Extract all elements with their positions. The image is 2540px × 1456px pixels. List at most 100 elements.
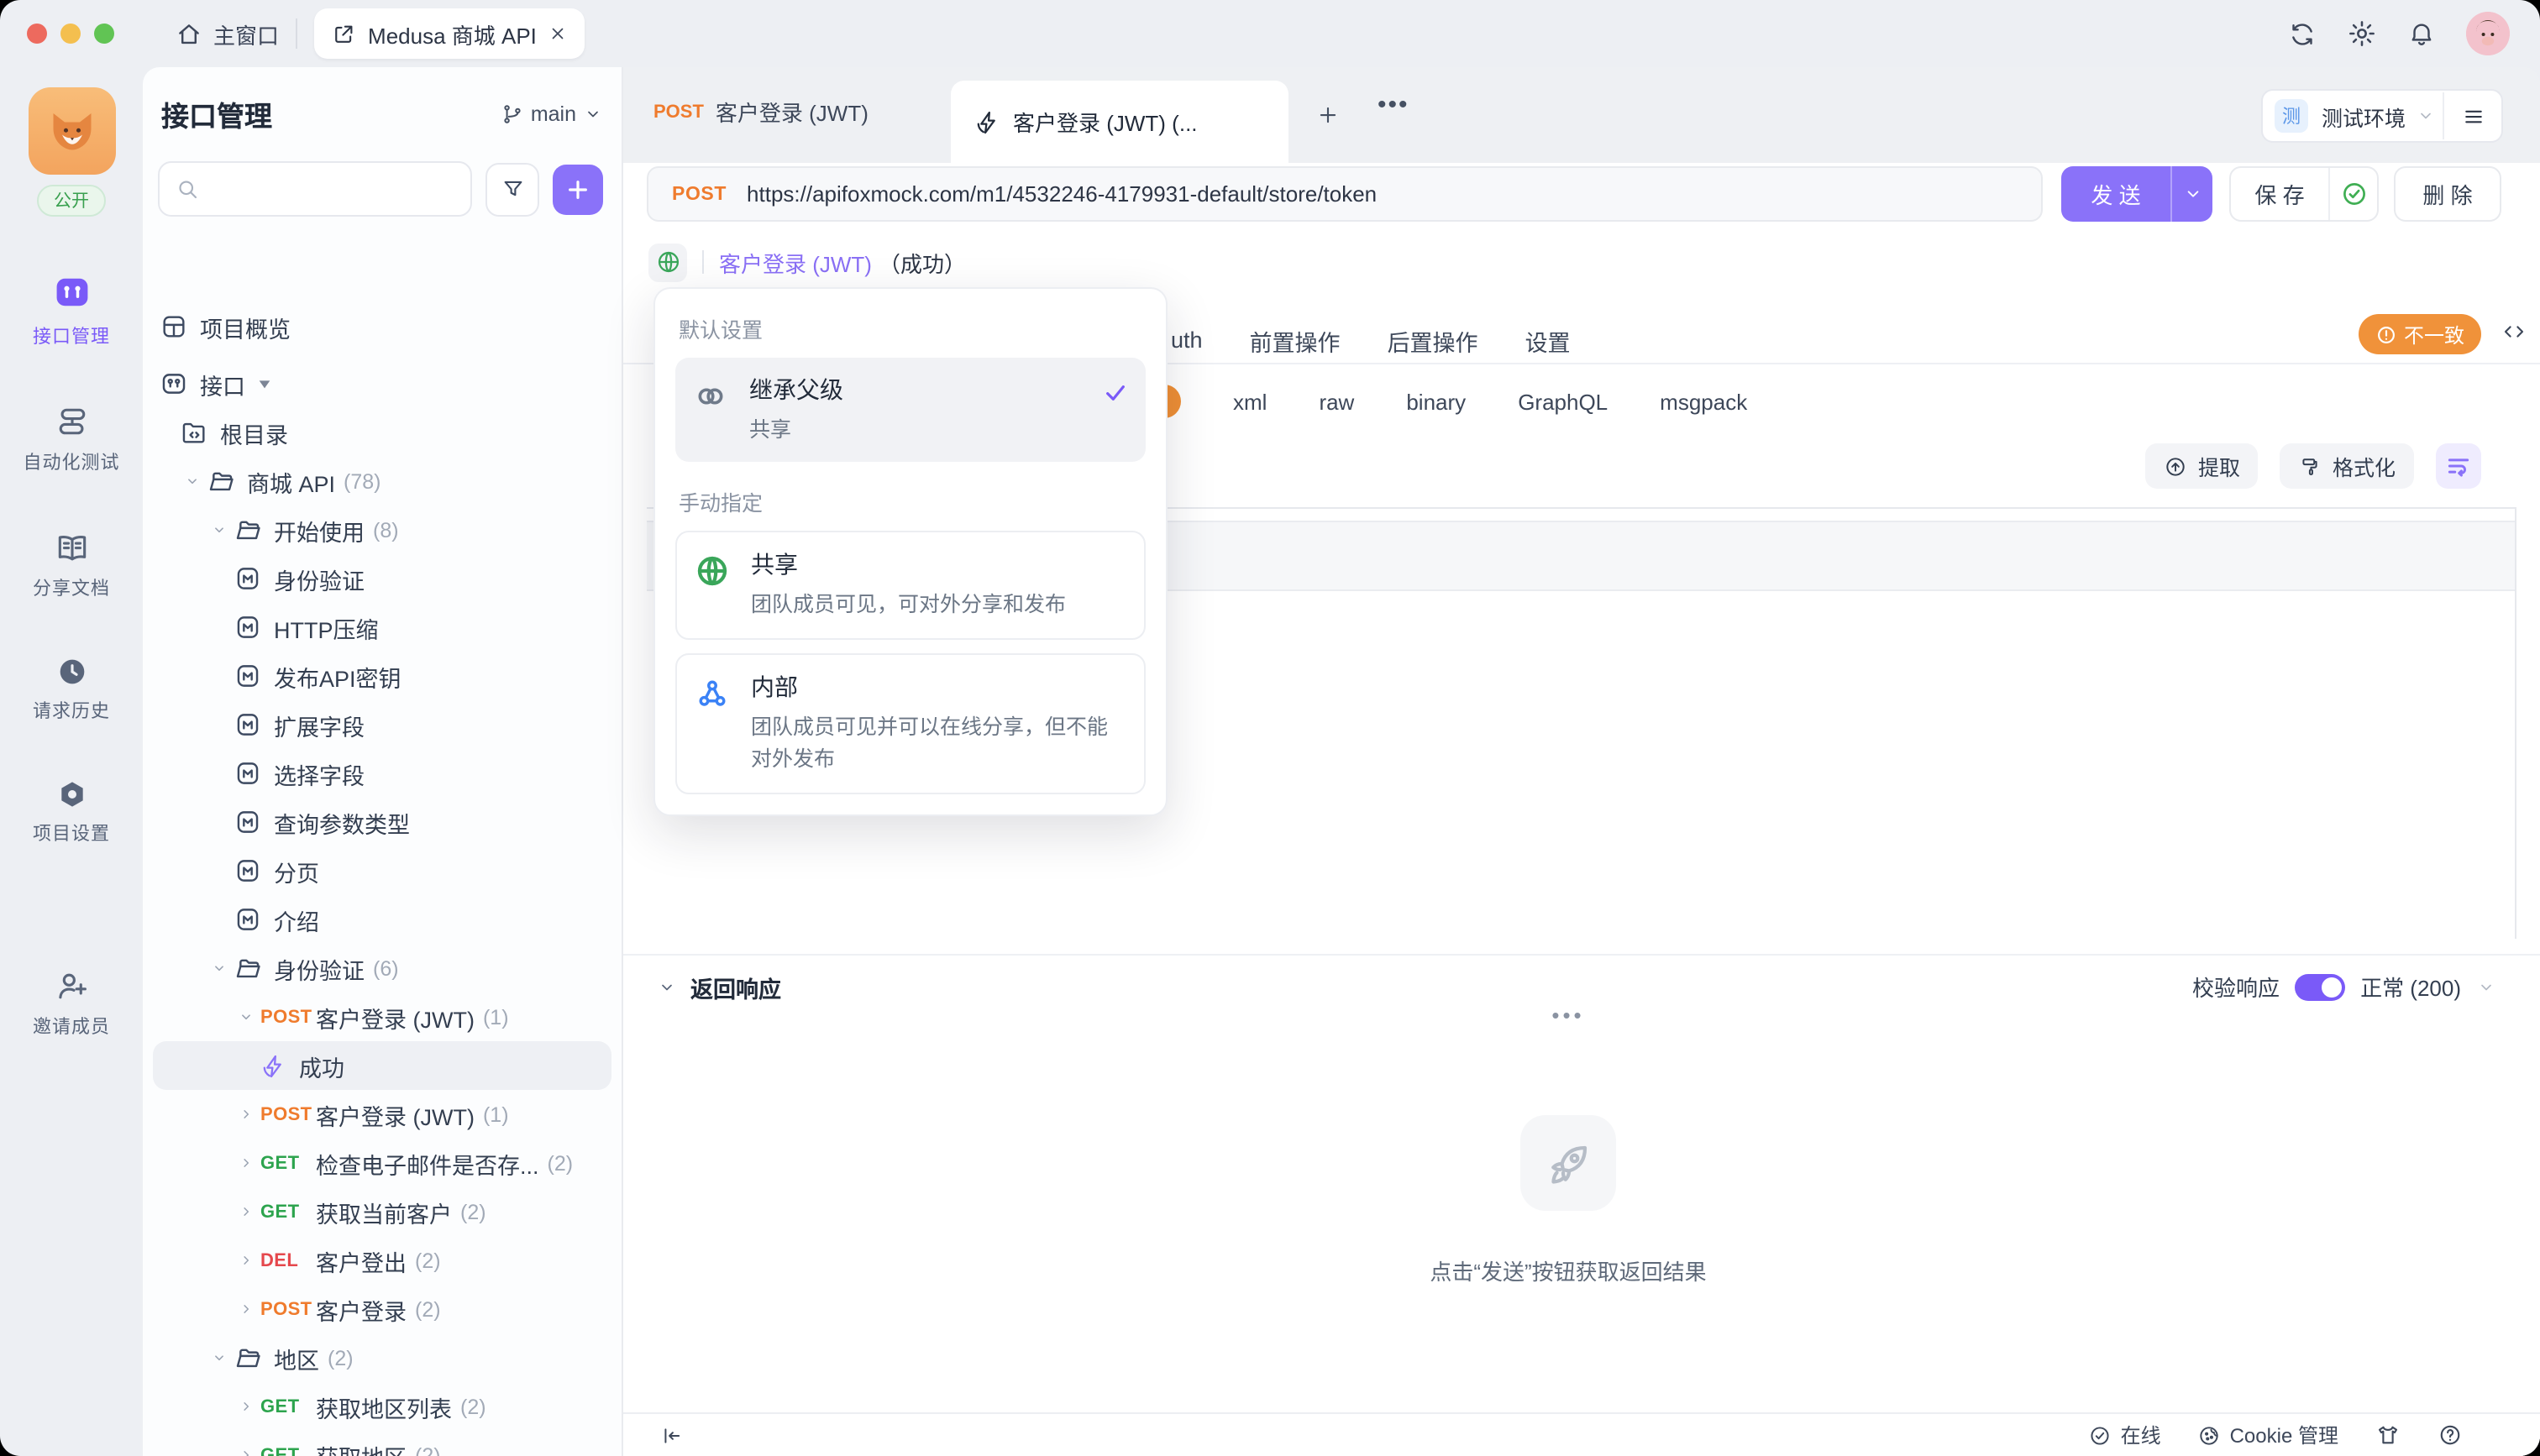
rail-item-history[interactable]: 请求历史 xyxy=(33,655,110,724)
tab-customer-login[interactable]: POST 客户登录 (JWT) xyxy=(653,96,869,128)
inconsistent-badge[interactable]: 不一致 xyxy=(2359,314,2481,354)
request-subtab-设置[interactable]: 设置 xyxy=(1525,323,1571,357)
rail-item-docs[interactable]: 分享文档 xyxy=(33,529,110,601)
chevron-right-icon[interactable] xyxy=(234,1397,257,1416)
help-icon[interactable] xyxy=(2438,1422,2463,1448)
tree-folder-地区[interactable]: 地区(2) xyxy=(143,1333,622,1382)
tree-item-接口[interactable]: 接口 xyxy=(143,359,622,408)
collapse-sidebar-icon[interactable] xyxy=(660,1423,684,1447)
rail-item-settings[interactable]: 项目设置 xyxy=(33,778,110,846)
request-subtab-后置操作[interactable]: 后置操作 xyxy=(1388,323,1478,357)
empty-response-hint: 点击“发送”按钮获取返回结果 xyxy=(1430,1254,1706,1286)
body-type-xml[interactable]: xml xyxy=(1233,389,1267,414)
tree-api-获取当前客户[interactable]: GET获取当前客户(2) xyxy=(143,1187,622,1236)
tree-item-介绍[interactable]: 介绍 xyxy=(143,895,622,944)
zoom-window-button[interactable] xyxy=(94,24,114,44)
chevron-right-icon[interactable] xyxy=(234,1202,257,1221)
response-status-selector[interactable]: 正常 (200) xyxy=(2360,971,2461,1003)
send-options-chevron-icon[interactable] xyxy=(2172,183,2212,205)
chevron-right-icon[interactable] xyxy=(234,1105,257,1123)
chevron-right-icon[interactable] xyxy=(234,1251,257,1270)
home-window-tab[interactable]: 主窗口 xyxy=(175,18,279,50)
api-manage-icon xyxy=(50,270,93,314)
tree-api-客户登录 (JWT)[interactable]: POST客户登录 (JWT)(1) xyxy=(143,992,622,1041)
cookie-manager-button[interactable]: Cookie 管理 xyxy=(2198,1421,2338,1449)
search-input[interactable] xyxy=(158,161,472,217)
tree-folder-开始使用[interactable]: 开始使用(8) xyxy=(143,505,622,554)
chevron-right-icon[interactable] xyxy=(234,1446,257,1456)
tree-item-HTTP压缩[interactable]: HTTP压缩 xyxy=(143,603,622,652)
collapse-response-chevron-icon[interactable] xyxy=(657,977,677,998)
chevron-right-icon[interactable] xyxy=(234,1300,257,1318)
tree-case-成功[interactable]: 成功 xyxy=(153,1041,611,1090)
validate-response-toggle[interactable] xyxy=(2295,973,2345,1000)
chevron-down-icon[interactable] xyxy=(207,521,230,539)
project-window-tab[interactable]: Medusa 商城 API xyxy=(314,8,585,59)
notifications-bell-icon[interactable] xyxy=(2407,19,2436,48)
chevron-right-icon[interactable] xyxy=(234,1154,257,1172)
tree-item-查询参数类型[interactable]: 查询参数类型 xyxy=(143,798,622,846)
tree-item-选择字段[interactable]: 选择字段 xyxy=(143,749,622,798)
rail-item-invite[interactable]: 邀请成员 xyxy=(33,967,110,1040)
tree-folder-商城 API[interactable]: 商城 API(78) xyxy=(143,457,622,505)
tree-api-客户登出[interactable]: DEL客户登出(2) xyxy=(143,1236,622,1285)
format-button[interactable]: 格式化 xyxy=(2280,443,2414,489)
user-avatar[interactable] xyxy=(2466,12,2510,55)
tree-api-检查电子邮件是否存...[interactable]: GET检查电子邮件是否存...(2) xyxy=(143,1139,622,1187)
method-label: POST xyxy=(260,1104,316,1124)
project-logo[interactable] xyxy=(28,87,115,175)
delete-button[interactable]: 删 除 xyxy=(2394,166,2501,222)
body-type-GraphQL[interactable]: GraphQL xyxy=(1518,389,1608,414)
tree-api-获取地区列表[interactable]: GET获取地区列表(2) xyxy=(143,1382,622,1431)
caret-down-icon[interactable] xyxy=(257,376,272,391)
extract-button[interactable]: 提取 xyxy=(2146,443,2259,489)
tree-item-根目录[interactable]: 根目录 xyxy=(143,408,622,457)
request-url-input[interactable]: POST https://apifoxmock.com/m1/4532246-4… xyxy=(647,166,2043,222)
tree-item-分页[interactable]: 分页 xyxy=(143,846,622,895)
tree-item-项目概览[interactable]: 项目概览 xyxy=(143,302,622,351)
chevron-down-icon[interactable] xyxy=(207,1349,230,1367)
settings-gear-icon[interactable] xyxy=(2347,18,2377,49)
code-view-icon[interactable] xyxy=(2501,319,2527,344)
tree-api-客户登录[interactable]: POST客户登录(2) xyxy=(143,1285,622,1333)
visibility-globe-icon[interactable] xyxy=(648,243,687,281)
tab-customer-login-case[interactable]: 客户登录 (JWT) (... xyxy=(951,81,1288,163)
environment-selector[interactable]: 测 测试环境 xyxy=(2261,89,2503,143)
tree-api-获取地区[interactable]: GET获取地区(2) xyxy=(143,1431,622,1456)
environment-menu-icon[interactable] xyxy=(2444,103,2501,128)
tree-item-身份验证[interactable]: 身份验证 xyxy=(143,554,622,603)
minimize-window-button[interactable] xyxy=(60,24,81,44)
tab-overflow-button[interactable]: ••• xyxy=(1378,91,1409,119)
option-inherit-parent[interactable]: 继承父级 共享 xyxy=(675,358,1146,463)
filter-button[interactable] xyxy=(485,162,539,216)
breadcrumb-api-name[interactable]: 客户登录 (JWT) xyxy=(719,246,872,278)
branch-selector[interactable]: main xyxy=(501,102,603,126)
rail-item-autotest[interactable]: 自动化测试 xyxy=(24,403,120,475)
save-button[interactable]: 保 存 xyxy=(2229,166,2379,222)
new-tab-button[interactable] xyxy=(1315,102,1341,128)
send-button[interactable]: 发 送 xyxy=(2061,166,2212,222)
tree-item-扩展字段[interactable]: 扩展字段 xyxy=(143,700,622,749)
request-subtab-前置操作[interactable]: 前置操作 xyxy=(1250,323,1341,357)
auto-wrap-button[interactable] xyxy=(2436,443,2481,489)
option-internal[interactable]: 内部 团队成员可见并可以在线分享，但不能对外发布 xyxy=(675,653,1146,794)
body-type-msgpack[interactable]: msgpack xyxy=(1660,389,1747,414)
sync-icon[interactable] xyxy=(2288,19,2317,48)
body-type-binary[interactable]: binary xyxy=(1406,389,1466,414)
add-api-button[interactable] xyxy=(553,164,603,214)
body-type-raw[interactable]: raw xyxy=(1319,389,1354,414)
tree-api-客户登录 (JWT)[interactable]: POST客户登录 (JWT)(1) xyxy=(143,1090,622,1139)
option-shared[interactable]: 共享 团队成员可见，可对外分享和发布 xyxy=(675,532,1146,640)
tab-auth-partial[interactable]: uth xyxy=(1171,327,1203,353)
chevron-down-icon[interactable] xyxy=(207,959,230,977)
rail-item-api[interactable]: 接口管理 xyxy=(33,270,110,349)
close-window-button[interactable] xyxy=(27,24,47,44)
chevron-down-icon[interactable] xyxy=(234,1008,257,1026)
close-tab-icon[interactable] xyxy=(548,24,569,44)
tree-folder-身份验证[interactable]: 身份验证(6) xyxy=(143,944,622,992)
project-tab-label: Medusa 商城 API xyxy=(368,18,537,50)
chevron-down-icon[interactable] xyxy=(180,472,203,490)
tree-item-发布API密钥[interactable]: 发布API密钥 xyxy=(143,652,622,700)
theme-tshirt-icon[interactable] xyxy=(2375,1422,2401,1448)
online-status[interactable]: 在线 xyxy=(2089,1421,2161,1449)
